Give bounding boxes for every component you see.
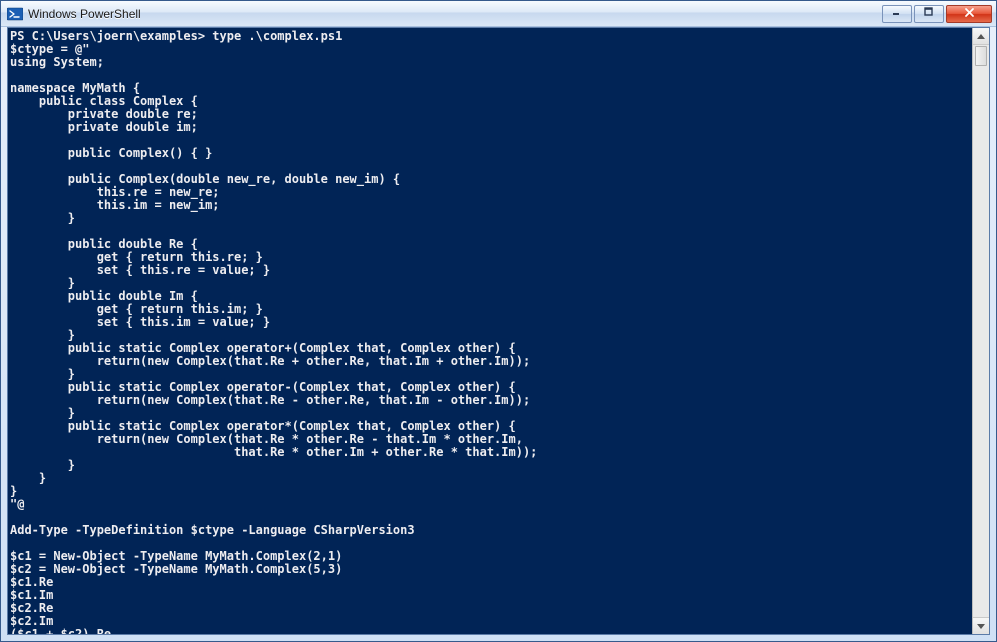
close-icon xyxy=(964,7,975,21)
scroll-down-button[interactable] xyxy=(973,617,989,634)
scroll-up-button[interactable] xyxy=(973,28,989,45)
scrollbar-thumb[interactable] xyxy=(975,46,987,66)
minimize-button[interactable] xyxy=(882,5,912,23)
powershell-icon xyxy=(7,6,23,22)
maximize-icon xyxy=(924,7,934,20)
arrow-down-icon xyxy=(977,624,985,629)
window-title: Windows PowerShell xyxy=(28,7,880,21)
titlebar[interactable]: Windows PowerShell xyxy=(1,1,996,27)
window-control-buttons xyxy=(880,5,992,23)
vertical-scrollbar[interactable] xyxy=(972,28,989,634)
terminal-output[interactable]: PS C:\Users\joern\examples> type .\compl… xyxy=(8,28,972,634)
close-button[interactable] xyxy=(946,5,992,23)
window-frame: Windows PowerShell PS C:\Users\joern\exa… xyxy=(0,0,997,642)
arrow-up-icon xyxy=(977,34,985,39)
maximize-button[interactable] xyxy=(914,5,944,23)
client-area: PS C:\Users\joern\examples> type .\compl… xyxy=(7,27,990,635)
minimize-icon xyxy=(892,7,902,20)
